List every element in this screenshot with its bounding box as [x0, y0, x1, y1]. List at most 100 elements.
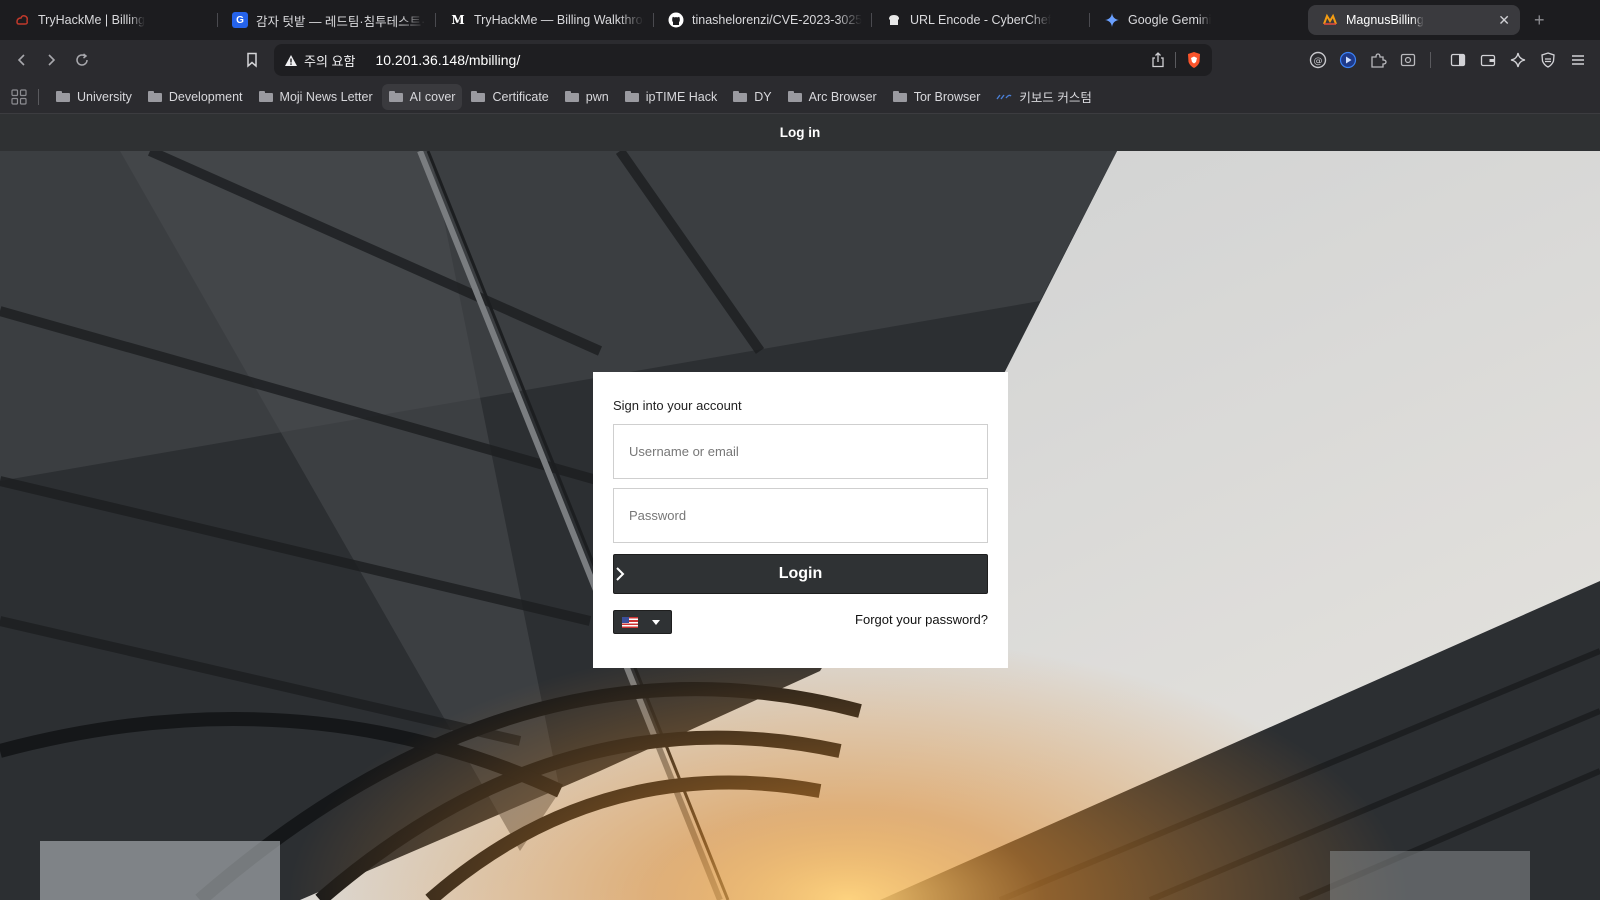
tab-gamja-blog[interactable]: G 감자 텃밭 — 레드팀·침투테스트·DF: [218, 5, 436, 35]
login-button-label: Login: [778, 565, 823, 582]
share-icon[interactable]: [1151, 52, 1165, 68]
bookmark-pwn[interactable]: pwn: [558, 84, 616, 110]
chevron-right-icon: [48, 54, 56, 66]
g-icon: G: [232, 12, 248, 28]
forward-button[interactable]: [37, 46, 65, 74]
tab-google-gemini[interactable]: Google Gemini: [1090, 5, 1308, 35]
bookmark-label: Tor Browser: [913, 89, 981, 104]
apps-grid-button[interactable]: [0, 80, 38, 114]
bookmark-label: Moji News Letter: [279, 89, 373, 104]
divider: [1175, 52, 1176, 68]
folder-icon: [56, 91, 70, 102]
browser-toolbar: 주의 요함 10.201.36.148/mbilling/ @: [0, 40, 1600, 80]
address-bar[interactable]: 주의 요함 10.201.36.148/mbilling/: [274, 44, 1212, 76]
forgot-password-link[interactable]: Forgot your password?: [855, 612, 988, 627]
tab-title: TryHackMe | Billing: [38, 13, 145, 27]
tab-cyberchef[interactable]: URL Encode - CyberChef: [872, 5, 1090, 35]
back-button[interactable]: [8, 46, 36, 74]
new-tab-button[interactable]: +: [1534, 10, 1545, 31]
chevron-left-icon: [17, 54, 25, 66]
sidebar-icon[interactable]: [1446, 48, 1470, 72]
bookmark-keyboard-custom[interactable]: 키보드 커스텀: [989, 84, 1098, 110]
username-input[interactable]: [613, 424, 988, 479]
folder-icon: [733, 91, 748, 102]
leo-ai-icon[interactable]: [1506, 48, 1530, 72]
page-header: Log in: [0, 114, 1600, 151]
apps-grid-icon: [11, 88, 27, 105]
warning-icon: [285, 54, 297, 66]
bookmark-label: Certificate: [492, 89, 549, 104]
bookmark-dy[interactable]: DY: [726, 84, 778, 110]
bookmark-label: University: [77, 89, 132, 104]
tab-strip: TryHackMe | Billing G 감자 텃밭 — 레드팀·침투테스트·…: [0, 0, 1600, 40]
bookmarks-bar: University Development Moji News Letter …: [0, 80, 1600, 114]
folder-icon: [624, 91, 639, 102]
bookmark-certificate[interactable]: Certificate: [464, 84, 555, 110]
chevron-right-icon: [616, 567, 625, 581]
folder-icon: [258, 91, 273, 102]
tab-title: URL Encode - CyberChef: [910, 13, 1052, 27]
login-card: Sign into your account Login Forgot your…: [593, 372, 1008, 668]
brave-shields-icon[interactable]: [1186, 51, 1202, 69]
menu-icon[interactable]: [1566, 48, 1590, 72]
tab-title: TryHackMe — Billing Walkthrough: [474, 13, 644, 27]
bookmark-button[interactable]: [238, 46, 266, 74]
tab-github-cve[interactable]: tinashelorenzi/CVE-2023-30258: [654, 5, 872, 35]
extensions-puzzle-icon[interactable]: [1366, 48, 1390, 72]
us-flag-icon: [622, 616, 638, 628]
gemini-icon: [1104, 12, 1120, 28]
svg-text:@: @: [1314, 57, 1323, 67]
github-icon: [668, 12, 684, 28]
bookmark-tor-browser[interactable]: Tor Browser: [886, 84, 988, 110]
extension-1-icon[interactable]: @: [1306, 48, 1330, 72]
language-selector[interactable]: [613, 610, 672, 634]
tab-title: MagnusBilling: [1346, 13, 1424, 27]
bookmark-ai-cover[interactable]: AI cover: [381, 83, 463, 110]
page-title: Log in: [779, 125, 821, 140]
folder-icon: [787, 91, 802, 102]
magnusbilling-icon: [1322, 12, 1338, 28]
page-content: Log in Sign into your account Username o…: [0, 114, 1600, 900]
bookmark-iptime-hack[interactable]: ipTIME Hack: [618, 84, 725, 110]
login-button[interactable]: Login: [613, 554, 988, 594]
folder-icon: [471, 91, 486, 102]
folder-icon: [147, 91, 162, 102]
bookmark-university[interactable]: University: [49, 84, 139, 110]
wallet-icon[interactable]: [1476, 48, 1500, 72]
bookmark-label: 키보드 커스텀: [1019, 91, 1092, 105]
tab-title: Google Gemini: [1128, 13, 1212, 27]
reload-icon: [76, 53, 88, 66]
password-input[interactable]: [613, 488, 988, 543]
close-tab-icon[interactable]: ✕: [1492, 12, 1510, 29]
folder-icon: [564, 91, 579, 102]
divider: [1430, 52, 1431, 68]
bookmark-label: DY: [754, 89, 772, 104]
bookmark-arc-browser[interactable]: Arc Browser: [781, 84, 884, 110]
caret-down-icon: [652, 619, 660, 625]
divider: [38, 88, 39, 105]
bookmark-label: pwn: [585, 89, 609, 104]
cyberchef-icon: [886, 12, 902, 28]
security-warning-label[interactable]: 주의 요함: [304, 51, 355, 70]
keyboard-link-icon: [996, 94, 1012, 99]
tab-title: 감자 텃밭 — 레드팀·침투테스트·DF: [256, 14, 426, 29]
bookmark-label: ipTIME Hack: [645, 89, 718, 104]
bookmark-development[interactable]: Development: [141, 84, 250, 110]
background-image: Sign into your account Login Forgot your…: [0, 151, 1600, 900]
extension-2-icon[interactable]: [1336, 48, 1360, 72]
bookmark-icon: [247, 52, 257, 68]
vpn-shield-icon[interactable]: [1536, 48, 1560, 72]
bookmark-label: Arc Browser: [808, 89, 877, 104]
medium-icon: M: [451, 13, 465, 27]
url-text[interactable]: 10.201.36.148/mbilling/: [375, 52, 520, 68]
bookmark-moji-news-letter[interactable]: Moji News Letter: [252, 84, 380, 110]
tab-billing-walkthrough[interactable]: M TryHackMe — Billing Walkthrough: [436, 5, 654, 35]
login-heading: Sign into your account: [613, 398, 742, 413]
screenshot-icon[interactable]: [1396, 48, 1420, 72]
tab-tryhackme-billing[interactable]: TryHackMe | Billing: [0, 5, 218, 35]
tryhackme-icon: [14, 12, 30, 28]
tab-magnusbilling[interactable]: MagnusBilling ✕: [1308, 5, 1520, 35]
bookmark-label: Development: [168, 89, 243, 104]
reload-button[interactable]: [68, 46, 96, 74]
folder-icon: [892, 91, 907, 102]
